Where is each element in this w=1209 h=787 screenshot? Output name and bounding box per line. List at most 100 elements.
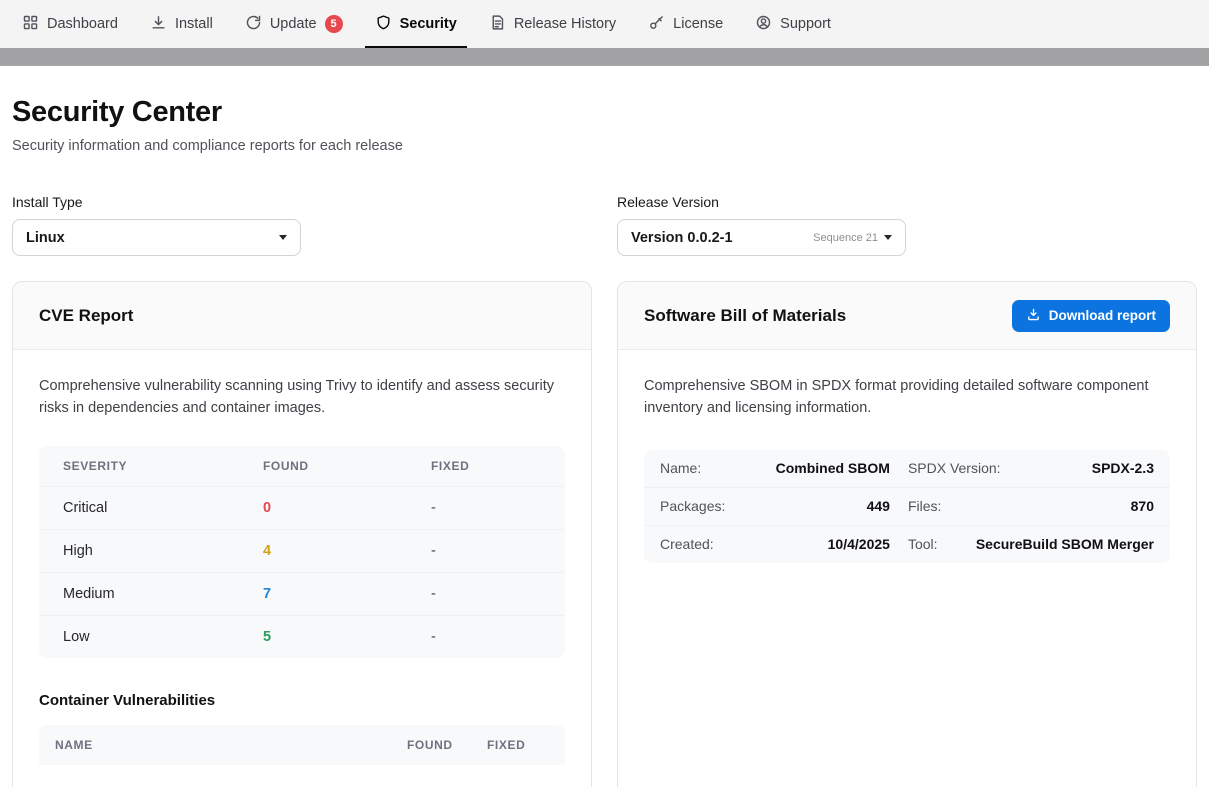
sbom-body: Comprehensive SBOM in SPDX format provid…: [618, 350, 1196, 589]
info-label: SPDX Version:: [908, 460, 1001, 476]
table-row: Medium 7 -: [39, 572, 565, 615]
chevron-down-icon: [279, 235, 287, 240]
cve-report-description: Comprehensive vulnerability scanning usi…: [39, 376, 559, 420]
info-label: Name:: [660, 460, 701, 476]
download-report-button[interactable]: Download report: [1012, 300, 1170, 332]
document-icon: [489, 14, 506, 35]
nav-label: Security: [400, 16, 457, 32]
severity-table: SEVERITY FOUND FIXED Critical 0 - High 4…: [39, 446, 565, 658]
found-count: 4: [263, 543, 431, 559]
found-count: 7: [263, 586, 431, 602]
fixed-count: -: [431, 629, 541, 645]
release-version-filter: Release Version Version 0.0.2-1 Sequence…: [617, 194, 1197, 256]
info-value: 449: [867, 498, 890, 514]
info-label: Created:: [660, 536, 714, 552]
cve-report-body: Comprehensive vulnerability scanning usi…: [13, 350, 591, 787]
nav-tab-license[interactable]: License: [632, 0, 739, 48]
column-header: SEVERITY: [63, 459, 263, 473]
dashboard-grid-icon: [22, 14, 39, 35]
top-navigation: Dashboard Install Update 5 Security Rele…: [0, 0, 1209, 48]
release-version-value: Version 0.0.2-1: [631, 230, 733, 246]
nav-tab-install[interactable]: Install: [134, 0, 229, 48]
nav-label: Dashboard: [47, 16, 118, 32]
shield-icon: [375, 14, 392, 35]
table-row: Critical 0 -: [39, 486, 565, 529]
sequence-hint: Sequence 21: [813, 232, 878, 244]
info-value: 870: [1131, 498, 1154, 514]
severity-label: Medium: [63, 586, 263, 602]
nav-tab-release-history[interactable]: Release History: [473, 0, 632, 48]
nav-label: License: [673, 16, 723, 32]
refresh-icon: [245, 14, 262, 35]
column-header: NAME: [55, 738, 407, 752]
nav-tab-dashboard[interactable]: Dashboard: [6, 0, 134, 48]
info-value: Combined SBOM: [776, 460, 890, 476]
release-version-select[interactable]: Version 0.0.2-1 Sequence 21: [617, 219, 906, 256]
download-icon: [150, 14, 167, 35]
update-count-badge: 5: [325, 15, 343, 33]
info-pair: Packages: 449: [660, 497, 890, 516]
container-vulnerabilities-table: NAME FOUND FIXED: [39, 725, 565, 765]
divider-strip: [0, 48, 1209, 66]
security-center-page: Security Center Security information and…: [0, 96, 1209, 787]
column-header: FIXED: [487, 738, 549, 752]
filters-row: Install Type Linux Release Version Versi…: [12, 194, 1197, 256]
sbom-info-row: Created: 10/4/2025 Tool: SecureBuild SBO…: [644, 525, 1170, 563]
found-count: 5: [263, 629, 431, 645]
table-row: Low 5 -: [39, 615, 565, 658]
sbom-info-grid: Name: Combined SBOM SPDX Version: SPDX-2…: [644, 450, 1170, 563]
nav-label: Support: [780, 16, 831, 32]
key-icon: [648, 14, 665, 35]
column-header: FIXED: [431, 459, 541, 473]
container-table-header: NAME FOUND FIXED: [39, 725, 565, 765]
sbom-title: Software Bill of Materials: [644, 306, 846, 326]
cve-report-header: CVE Report: [13, 282, 591, 350]
fixed-count: -: [431, 586, 541, 602]
severity-label: Low: [63, 629, 263, 645]
info-value: SPDX-2.3: [1092, 460, 1154, 476]
container-vulnerabilities-title: Container Vulnerabilities: [39, 692, 565, 709]
info-pair: Created: 10/4/2025: [660, 535, 890, 554]
severity-label: High: [63, 543, 263, 559]
nav-tab-update[interactable]: Update 5: [229, 0, 359, 48]
table-row: High 4 -: [39, 529, 565, 572]
page-title: Security Center: [12, 96, 1197, 129]
sbom-card: Software Bill of Materials Download repo…: [617, 281, 1197, 787]
column-header: FOUND: [263, 459, 431, 473]
report-cards: CVE Report Comprehensive vulnerability s…: [12, 281, 1197, 787]
info-pair: Files: 870: [908, 497, 1154, 516]
nav-tab-security[interactable]: Security: [359, 0, 473, 48]
info-pair: Tool: SecureBuild SBOM Merger: [908, 535, 1154, 554]
nav-tab-support[interactable]: Support: [739, 0, 847, 48]
severity-table-header: SEVERITY FOUND FIXED: [39, 446, 565, 486]
info-pair: Name: Combined SBOM: [660, 459, 890, 478]
info-label: Files:: [908, 498, 941, 514]
info-label: Tool:: [908, 536, 938, 552]
install-type-select[interactable]: Linux: [12, 219, 301, 256]
severity-label: Critical: [63, 500, 263, 516]
headset-icon: [755, 14, 772, 35]
page-subtitle: Security information and compliance repo…: [12, 138, 1197, 154]
info-label: Packages:: [660, 498, 725, 514]
sbom-info-row: Name: Combined SBOM SPDX Version: SPDX-2…: [644, 450, 1170, 487]
fixed-count: -: [431, 500, 541, 516]
install-type-label: Install Type: [12, 194, 592, 210]
info-value: SecureBuild SBOM Merger: [976, 536, 1154, 552]
chevron-down-icon: [884, 235, 892, 240]
found-count: 0: [263, 500, 431, 516]
info-pair: SPDX Version: SPDX-2.3: [908, 459, 1154, 478]
download-icon: [1026, 307, 1041, 325]
sbom-header: Software Bill of Materials Download repo…: [618, 282, 1196, 350]
nav-label: Install: [175, 16, 213, 32]
nav-label: Release History: [514, 16, 616, 32]
column-header: FOUND: [407, 738, 487, 752]
info-value: 10/4/2025: [828, 536, 890, 552]
download-report-label: Download report: [1049, 308, 1156, 323]
sbom-info-row: Packages: 449 Files: 870: [644, 487, 1170, 525]
fixed-count: -: [431, 543, 541, 559]
cve-report-card: CVE Report Comprehensive vulnerability s…: [12, 281, 592, 787]
sbom-description: Comprehensive SBOM in SPDX format provid…: [644, 376, 1164, 420]
release-version-label: Release Version: [617, 194, 1197, 210]
install-type-filter: Install Type Linux: [12, 194, 592, 256]
cve-report-title: CVE Report: [39, 306, 133, 326]
